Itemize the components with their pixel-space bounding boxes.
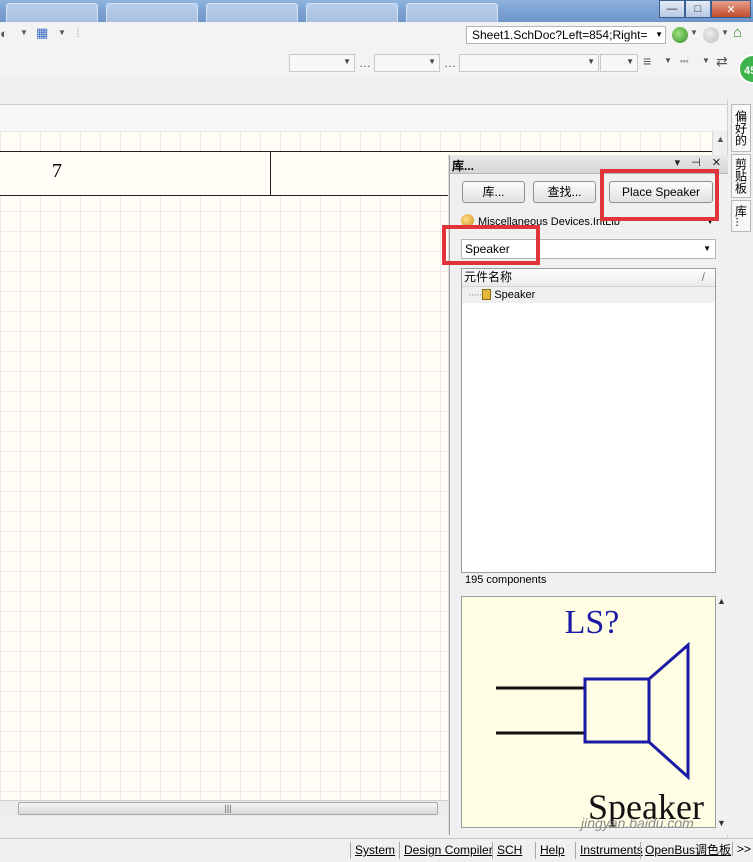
component-name: Speaker	[494, 289, 536, 301]
statusbar-instruments[interactable]: Instruments	[575, 842, 647, 859]
chevron-down-icon[interactable]: ▼	[655, 27, 663, 43]
component-list[interactable]: 元件名称 / ····· Speaker	[461, 268, 716, 573]
chevron-down-icon[interactable]: ▼	[664, 56, 672, 65]
scrollbar-thumb[interactable]: |||	[18, 802, 438, 815]
chevron-down-icon[interactable]: ▼	[20, 28, 28, 37]
chevron-down-icon[interactable]: ▼	[702, 56, 710, 65]
main-toolbar: ◐ ▼ ▦ ▼ ⁞ Sheet1.SchDoc?Left=854;Right= …	[0, 22, 753, 49]
scroll-up-icon[interactable]: ▲	[716, 134, 725, 144]
watermark: jingyan.baidu.com	[581, 815, 694, 831]
tab-clipboard[interactable]: 剪贴板	[731, 154, 751, 198]
speaker-cone	[647, 641, 690, 781]
grid-icon[interactable]: ▦	[36, 25, 48, 41]
speaker-body	[583, 677, 651, 744]
window-controls: — □ ✕	[659, 0, 751, 18]
document-tab-band	[0, 104, 727, 132]
border-zone-divider	[270, 152, 271, 195]
component-count: 195 components	[465, 574, 547, 586]
style-combo[interactable]: ▼	[459, 54, 599, 72]
sort-indicator: /	[701, 270, 705, 284]
status-bar: System Design Compiler SCH Help Instrume…	[0, 838, 753, 862]
highlight-filter-field	[442, 225, 540, 265]
address-field[interactable]: Sheet1.SchDoc?Left=854;Right= ▼	[466, 26, 666, 44]
swap-icon[interactable]: ⇄	[716, 53, 728, 70]
chevron-down-icon[interactable]: ▼	[703, 240, 711, 258]
chevron-down-icon: ▼	[587, 57, 595, 66]
back-icon[interactable]	[672, 27, 688, 43]
home-icon[interactable]: ⌂	[733, 24, 742, 41]
tree-connector: ·····	[468, 289, 482, 301]
speaker-symbol: LS? Speaker	[496, 604, 704, 827]
format-toolbar: ▼ … ▼ … ▼ ▼ ≡ ▼ ┅ ▼ ⇄	[0, 48, 753, 78]
chevron-down-icon: ▼	[428, 57, 436, 66]
chevron-down-icon[interactable]: ▼	[58, 28, 66, 37]
maximize-button[interactable]: □	[685, 0, 711, 18]
designator-text: LS?	[565, 604, 620, 641]
size-combo[interactable]: ▼	[374, 54, 440, 72]
document-horizontal-scrollbar[interactable]: |||	[0, 800, 460, 817]
list-icon[interactable]: ≡	[643, 53, 651, 69]
taskbar-tab[interactable]	[106, 3, 198, 22]
component-icon	[482, 289, 492, 300]
title-bar: — □ ✕	[0, 0, 753, 22]
font-combo[interactable]: ▼	[289, 54, 355, 72]
statusbar-more[interactable]: >>	[731, 842, 751, 856]
taskbar-tab[interactable]	[206, 3, 298, 22]
search-button[interactable]: 查找...	[533, 181, 596, 203]
symbol-preview: LS? Speaker	[461, 596, 716, 828]
taskbar-tab[interactable]	[306, 3, 398, 22]
taskbar-tabs	[0, 3, 643, 22]
tab-libraries[interactable]: 库...	[731, 200, 751, 232]
width-combo[interactable]: ▼	[600, 54, 638, 72]
highlight-place-button	[600, 169, 719, 221]
chevron-down-icon[interactable]: ▼	[721, 28, 729, 37]
more-icon[interactable]: …	[359, 56, 372, 70]
close-button[interactable]: ✕	[711, 0, 751, 18]
statusbar-design-compiler[interactable]: Design Compiler	[399, 842, 497, 859]
statusbar-help[interactable]: Help	[535, 842, 569, 859]
panel-controls[interactable]: ▾ ⊣ ✕	[675, 156, 725, 169]
taskbar-tab[interactable]	[406, 3, 498, 22]
scroll-down-icon[interactable]: ▼	[717, 818, 726, 828]
preview-scrollbar[interactable]: ▲ ▼	[716, 596, 728, 828]
side-panel-tabs: 偏好的 剪贴板 库...	[727, 100, 753, 840]
list-item[interactable]: ····· Speaker	[462, 287, 715, 303]
toolbar-separator: ⁞	[76, 25, 80, 40]
address-text: Sheet1.SchDoc?Left=854;Right=	[472, 28, 648, 42]
border-zone-number: 7	[52, 160, 62, 182]
libraries-button[interactable]: 库...	[462, 181, 525, 203]
tab-favorites[interactable]: 偏好的	[731, 104, 751, 152]
statusbar-sch[interactable]: SCH	[492, 842, 526, 859]
component-name-column-header[interactable]: 元件名称 /	[462, 269, 715, 287]
scroll-up-icon[interactable]: ▲	[717, 596, 726, 606]
library-panel-title: 库...	[452, 159, 475, 173]
forward-icon[interactable]	[703, 27, 719, 43]
taskbar-tab[interactable]	[6, 3, 98, 22]
chevron-down-icon: ▼	[626, 57, 634, 66]
statusbar-openbus[interactable]: OpenBus调色板	[640, 842, 735, 859]
chevron-down-icon: ▼	[343, 57, 351, 66]
statusbar-system[interactable]: System	[350, 842, 399, 859]
column-header-label: 元件名称	[464, 270, 513, 284]
dotted-line-icon[interactable]: ┅	[680, 53, 688, 70]
lightbulb-icon[interactable]: ◐	[0, 26, 8, 41]
chevron-down-icon[interactable]: ▼	[690, 28, 698, 37]
minimize-button[interactable]: —	[659, 0, 685, 18]
more-icon[interactable]: …	[444, 56, 457, 70]
